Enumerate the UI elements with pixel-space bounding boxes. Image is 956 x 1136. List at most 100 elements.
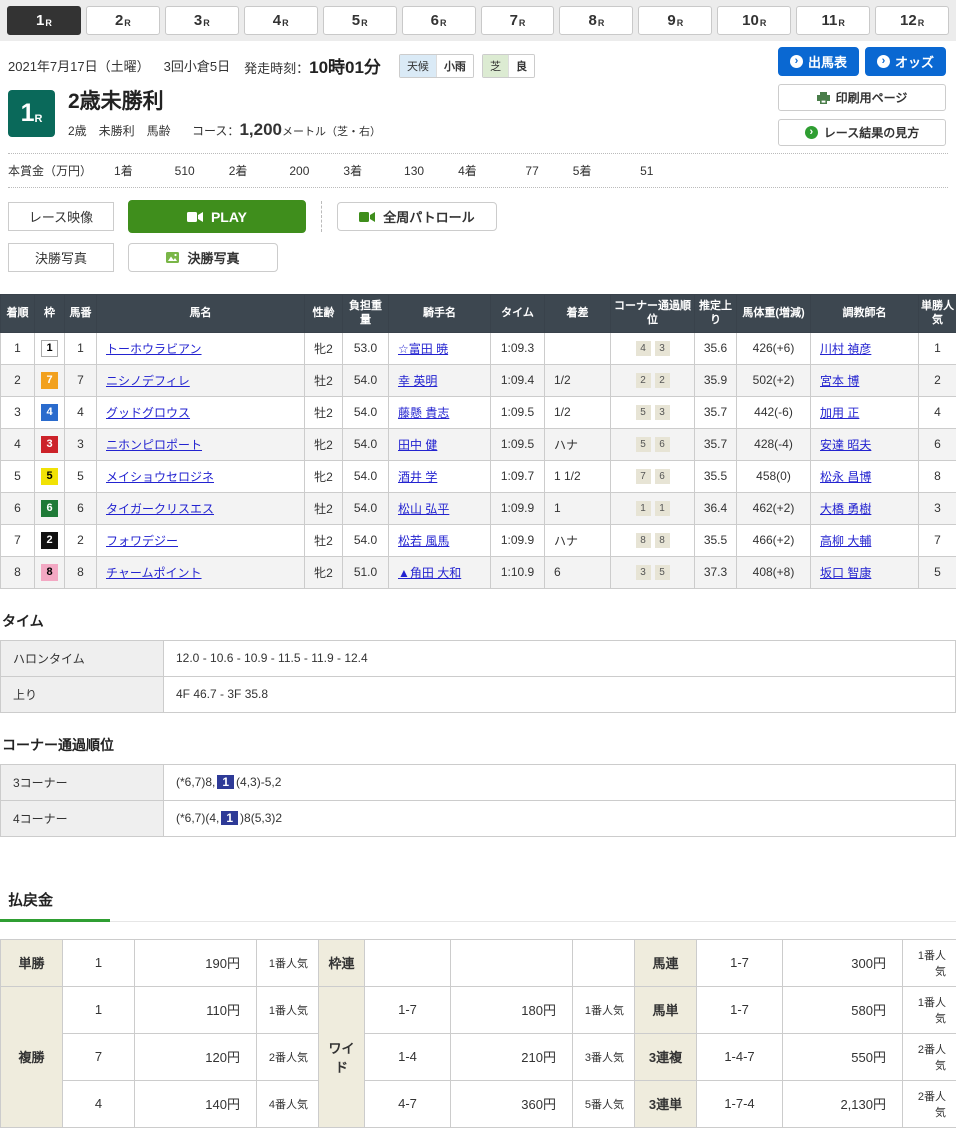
win-label: 単勝 bbox=[1, 939, 63, 986]
finish-photo-label: 決勝写真 bbox=[8, 243, 114, 272]
place-number: 7 bbox=[63, 1033, 135, 1080]
carried-weight: 54.0 bbox=[343, 364, 389, 396]
race-conditions-line: 2歳 未勝利 馬齢 コース：1,200メートル（芝・右） bbox=[68, 120, 381, 140]
race-tab-bar: 1R 2R 3R 4R 5R 6R 7R 8R 9R 10R 11R 12R bbox=[0, 0, 956, 41]
furlong-time-row: ハロンタイム 12.0 - 10.6 - 10.9 - 11.5 - 11.9 … bbox=[1, 640, 956, 676]
frame-number-badge: 1 bbox=[41, 340, 58, 357]
results-guide-button[interactable]: ›レース結果の見方 bbox=[778, 119, 946, 146]
wide-popularity: 3番人気 bbox=[573, 1033, 635, 1080]
place-amount: 140円 bbox=[135, 1080, 257, 1127]
jockey-link[interactable]: 藤懸 貴志 bbox=[398, 406, 449, 420]
race-header: 2021年7月17日（土曜） 3回小倉5日 発走時刻：10時01分 天候小雨 芝… bbox=[0, 41, 956, 140]
horse-name-link[interactable]: ニシノデフィレ bbox=[106, 374, 190, 388]
carried-weight: 54.0 bbox=[343, 396, 389, 428]
race-tab-5[interactable]: 5R bbox=[323, 6, 397, 35]
race-tab-2[interactable]: 2R bbox=[86, 6, 160, 35]
prize-amount: 510 bbox=[161, 164, 195, 178]
jockey-link[interactable]: ▲角田 大和 bbox=[398, 566, 461, 580]
play-button[interactable]: PLAY bbox=[128, 200, 306, 233]
horse-name-link[interactable]: フォワデジー bbox=[106, 534, 178, 548]
horse-name-link[interactable]: チャームポイント bbox=[106, 566, 202, 580]
prize-place: 2着 bbox=[229, 162, 248, 179]
entries-button[interactable]: ›出馬表 bbox=[778, 47, 859, 76]
frame-cell: 8 bbox=[35, 556, 65, 588]
odds-button[interactable]: ›オッズ bbox=[865, 47, 946, 76]
horse-name-link[interactable]: グッドグロウス bbox=[106, 406, 190, 420]
corner-position: 5 bbox=[636, 405, 651, 420]
jockey-link[interactable]: 松山 弘平 bbox=[398, 502, 449, 516]
race-tab-9[interactable]: 9R bbox=[638, 6, 712, 35]
corner-position: 1 bbox=[655, 501, 670, 516]
margin: 1/2 bbox=[545, 364, 611, 396]
race-tab-11[interactable]: 11R bbox=[796, 6, 870, 35]
frame-number-badge: 3 bbox=[41, 436, 58, 453]
finish-photo-row: 決勝写真 決勝写真 bbox=[8, 243, 948, 272]
horse-name-link[interactable]: ニホンピロポート bbox=[106, 438, 202, 452]
patrol-video-button[interactable]: 全周パトロール bbox=[337, 202, 497, 231]
race-tab-10[interactable]: 10R bbox=[717, 6, 791, 35]
win-number: 1 bbox=[63, 939, 135, 986]
race-tab-7[interactable]: 7R bbox=[481, 6, 555, 35]
sex-age: 牝2 bbox=[305, 556, 343, 588]
trainer-link[interactable]: 大橋 勇樹 bbox=[820, 502, 871, 516]
horse-name-link[interactable]: タイガークリスエス bbox=[106, 502, 214, 516]
finish-position: 7 bbox=[1, 524, 35, 556]
horse-name-link[interactable]: トーホウラビアン bbox=[106, 342, 202, 356]
result-row-2: 2 7 7 ニシノデフィレ 牡2 54.0 幸 英明 1:09.4 1/2 22… bbox=[1, 364, 956, 396]
horse-name-link[interactable]: メイショウセロジネ bbox=[106, 470, 214, 484]
bracket-quinella-amount bbox=[451, 939, 573, 986]
jockey-link[interactable]: 酒井 学 bbox=[398, 470, 437, 484]
race-tab-12[interactable]: 12R bbox=[875, 6, 949, 35]
race-time: 1:10.9 bbox=[491, 556, 545, 588]
margin: 1/2 bbox=[545, 396, 611, 428]
trainer-cell: 川村 禎彦 bbox=[811, 332, 919, 364]
print-page-button[interactable]: 印刷用ページ bbox=[778, 84, 946, 111]
margin: ハナ bbox=[545, 428, 611, 460]
trainer-link[interactable]: 松永 昌博 bbox=[820, 470, 871, 484]
payout-row-4: 4 140円 4番人気 4-7 360円 5番人気 3連単 1-7-4 2,13… bbox=[1, 1080, 956, 1127]
race-tab-6[interactable]: 6R bbox=[402, 6, 476, 35]
corner-position: 3 bbox=[636, 565, 651, 580]
tab-suffix: R bbox=[282, 18, 289, 28]
trainer-link[interactable]: 加用 正 bbox=[820, 406, 859, 420]
trainer-link[interactable]: 坂口 智康 bbox=[820, 566, 871, 580]
trainer-cell: 安達 昭夫 bbox=[811, 428, 919, 460]
race-tab-1[interactable]: 1R bbox=[7, 6, 81, 35]
body-weight: 502(+2) bbox=[737, 364, 811, 396]
prize-amount: 200 bbox=[275, 164, 309, 178]
carried-weight: 53.0 bbox=[343, 332, 389, 364]
wide-popularity: 5番人気 bbox=[573, 1080, 635, 1127]
jockey-link[interactable]: 松若 風馬 bbox=[398, 534, 449, 548]
result-row-5: 5 5 5 メイショウセロジネ 牝2 54.0 酒井 学 1:09.7 1 1/… bbox=[1, 460, 956, 492]
result-row-3: 3 4 4 グッドグロウス 牡2 54.0 藤懸 貴志 1:09.5 1/2 5… bbox=[1, 396, 956, 428]
tab-number: 3 bbox=[194, 12, 202, 29]
trainer-link[interactable]: 川村 禎彦 bbox=[820, 342, 871, 356]
carried-weight: 54.0 bbox=[343, 460, 389, 492]
media-section: レース映像 PLAY 全周パトロール 決勝写真 決勝写真 bbox=[0, 188, 956, 284]
corner-order-text: (*6,7)(4, bbox=[176, 811, 219, 825]
results-table: 着順 枠 馬番 馬名 性齢 負担重量 騎手名 タイム 着差 コーナー通過順位 推… bbox=[0, 294, 956, 589]
jockey-link[interactable]: ☆富田 暁 bbox=[398, 342, 448, 356]
race-tab-8[interactable]: 8R bbox=[559, 6, 633, 35]
trainer-link[interactable]: 安達 昭夫 bbox=[820, 438, 871, 452]
trainer-link[interactable]: 宮本 博 bbox=[820, 374, 859, 388]
tab-number: 10 bbox=[742, 12, 759, 29]
frame-cell: 6 bbox=[35, 492, 65, 524]
race-tab-4[interactable]: 4R bbox=[244, 6, 318, 35]
jockey-cell: 松山 弘平 bbox=[389, 492, 491, 524]
col-finish: 着順 bbox=[1, 295, 35, 333]
finish-photo-button[interactable]: 決勝写真 bbox=[128, 243, 278, 272]
frame-cell: 1 bbox=[35, 332, 65, 364]
trainer-link[interactable]: 高柳 大輔 bbox=[820, 534, 871, 548]
race-tab-3[interactable]: 3R bbox=[165, 6, 239, 35]
bracket-quinella-number bbox=[365, 939, 451, 986]
prize-amount: 51 bbox=[619, 164, 653, 178]
wide-number: 4-7 bbox=[365, 1080, 451, 1127]
finish-position: 2 bbox=[1, 364, 35, 396]
jockey-link[interactable]: 田中 健 bbox=[398, 438, 437, 452]
race-video-row: レース映像 PLAY 全周パトロール bbox=[8, 200, 948, 233]
jockey-link[interactable]: 幸 英明 bbox=[398, 374, 437, 388]
start-time-value: 10時01分 bbox=[309, 58, 381, 77]
tab-suffix: R bbox=[598, 18, 605, 28]
horse-number: 8 bbox=[65, 556, 97, 588]
